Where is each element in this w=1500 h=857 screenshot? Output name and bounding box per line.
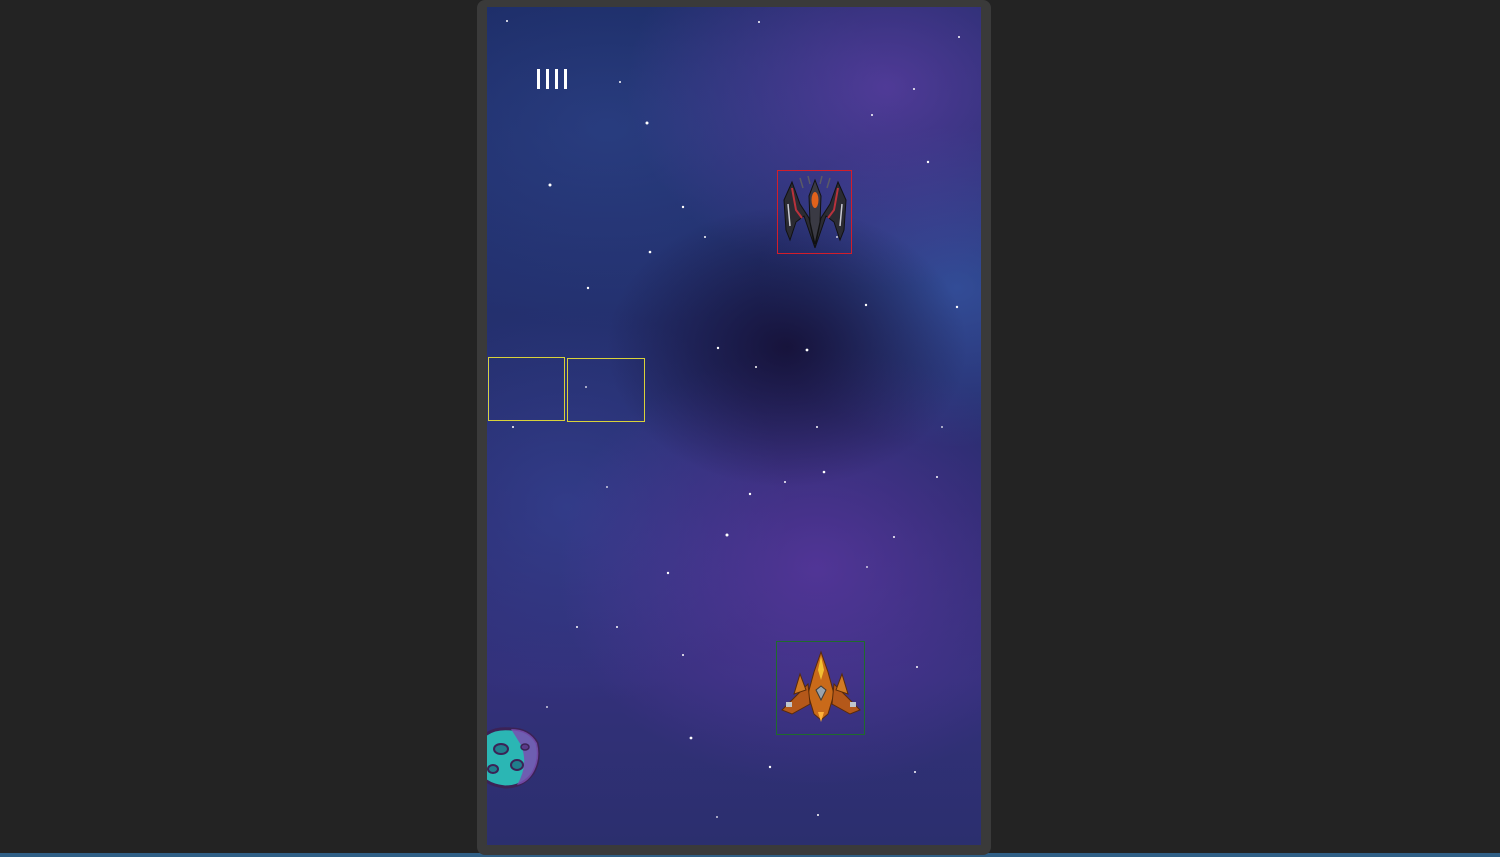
enemy-ship-icon xyxy=(783,175,847,249)
enemy-hitbox[interactable] xyxy=(777,170,852,254)
target-hitbox xyxy=(567,358,645,422)
life-bar xyxy=(564,69,567,89)
player-ship-icon xyxy=(781,650,861,722)
game-frame xyxy=(477,0,991,855)
asteroid-icon[interactable] xyxy=(487,725,541,791)
starfield xyxy=(506,20,960,818)
game-canvas[interactable] xyxy=(487,7,981,845)
life-bar xyxy=(555,69,558,89)
life-bar xyxy=(537,69,540,89)
player-hitbox[interactable] xyxy=(776,641,865,735)
lives-indicator xyxy=(537,69,567,89)
life-bar xyxy=(546,69,549,89)
target-hitbox xyxy=(488,357,565,421)
